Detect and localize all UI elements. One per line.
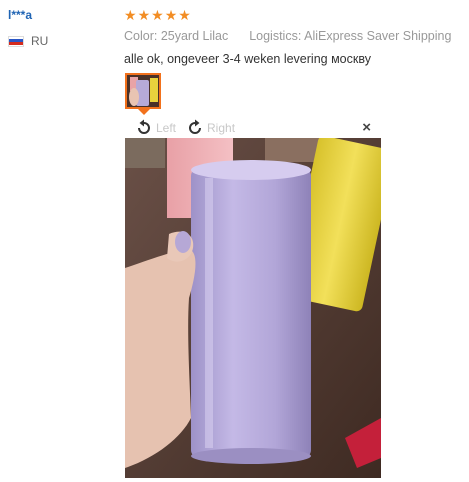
color-label: Color: [124, 29, 158, 43]
rotate-right-icon [189, 119, 202, 134]
reviewer-country: RU [8, 34, 108, 48]
photo-thumbnail[interactable] [125, 73, 161, 109]
close-icon[interactable]: × [362, 120, 371, 135]
star-icon: ★ [151, 7, 164, 23]
star-icon: ★ [124, 7, 137, 23]
russia-flag-icon [8, 35, 24, 47]
color-value: 25yard Lilac [160, 29, 229, 43]
reviewer-name[interactable]: l***a [8, 8, 108, 22]
logistics-value: AliExpress Saver Shipping [304, 29, 452, 43]
review-content: ★ ★ ★ ★ ★ Color: 25yard Lilac Logistics:… [124, 8, 461, 66]
rotate-left-label: Left [156, 121, 177, 135]
star-icon: ★ [164, 7, 178, 23]
rotate-right-label: Right [207, 121, 236, 135]
rotate-left-icon [138, 119, 150, 134]
reviewer-info: l***a RU [8, 6, 108, 48]
rotate-left-button[interactable]: Left [135, 119, 176, 137]
star-icon: ★ [178, 7, 191, 23]
logistics-label: Logistics: [249, 29, 302, 43]
review-text: alle ok, ongeveer 3-4 weken levering мос… [124, 52, 371, 66]
image-viewer-toolbar: Left Right × [125, 117, 381, 139]
thumbnail-pointer [138, 109, 150, 115]
star-icon: ★ [137, 7, 151, 23]
rotate-right-button[interactable]: Right [186, 119, 235, 137]
country-code: RU [31, 34, 49, 48]
review-photo [125, 138, 381, 478]
star-rating: ★ ★ ★ ★ ★ [124, 8, 461, 22]
order-info: Color: 25yard Lilac Logistics: AliExpres… [124, 29, 461, 43]
